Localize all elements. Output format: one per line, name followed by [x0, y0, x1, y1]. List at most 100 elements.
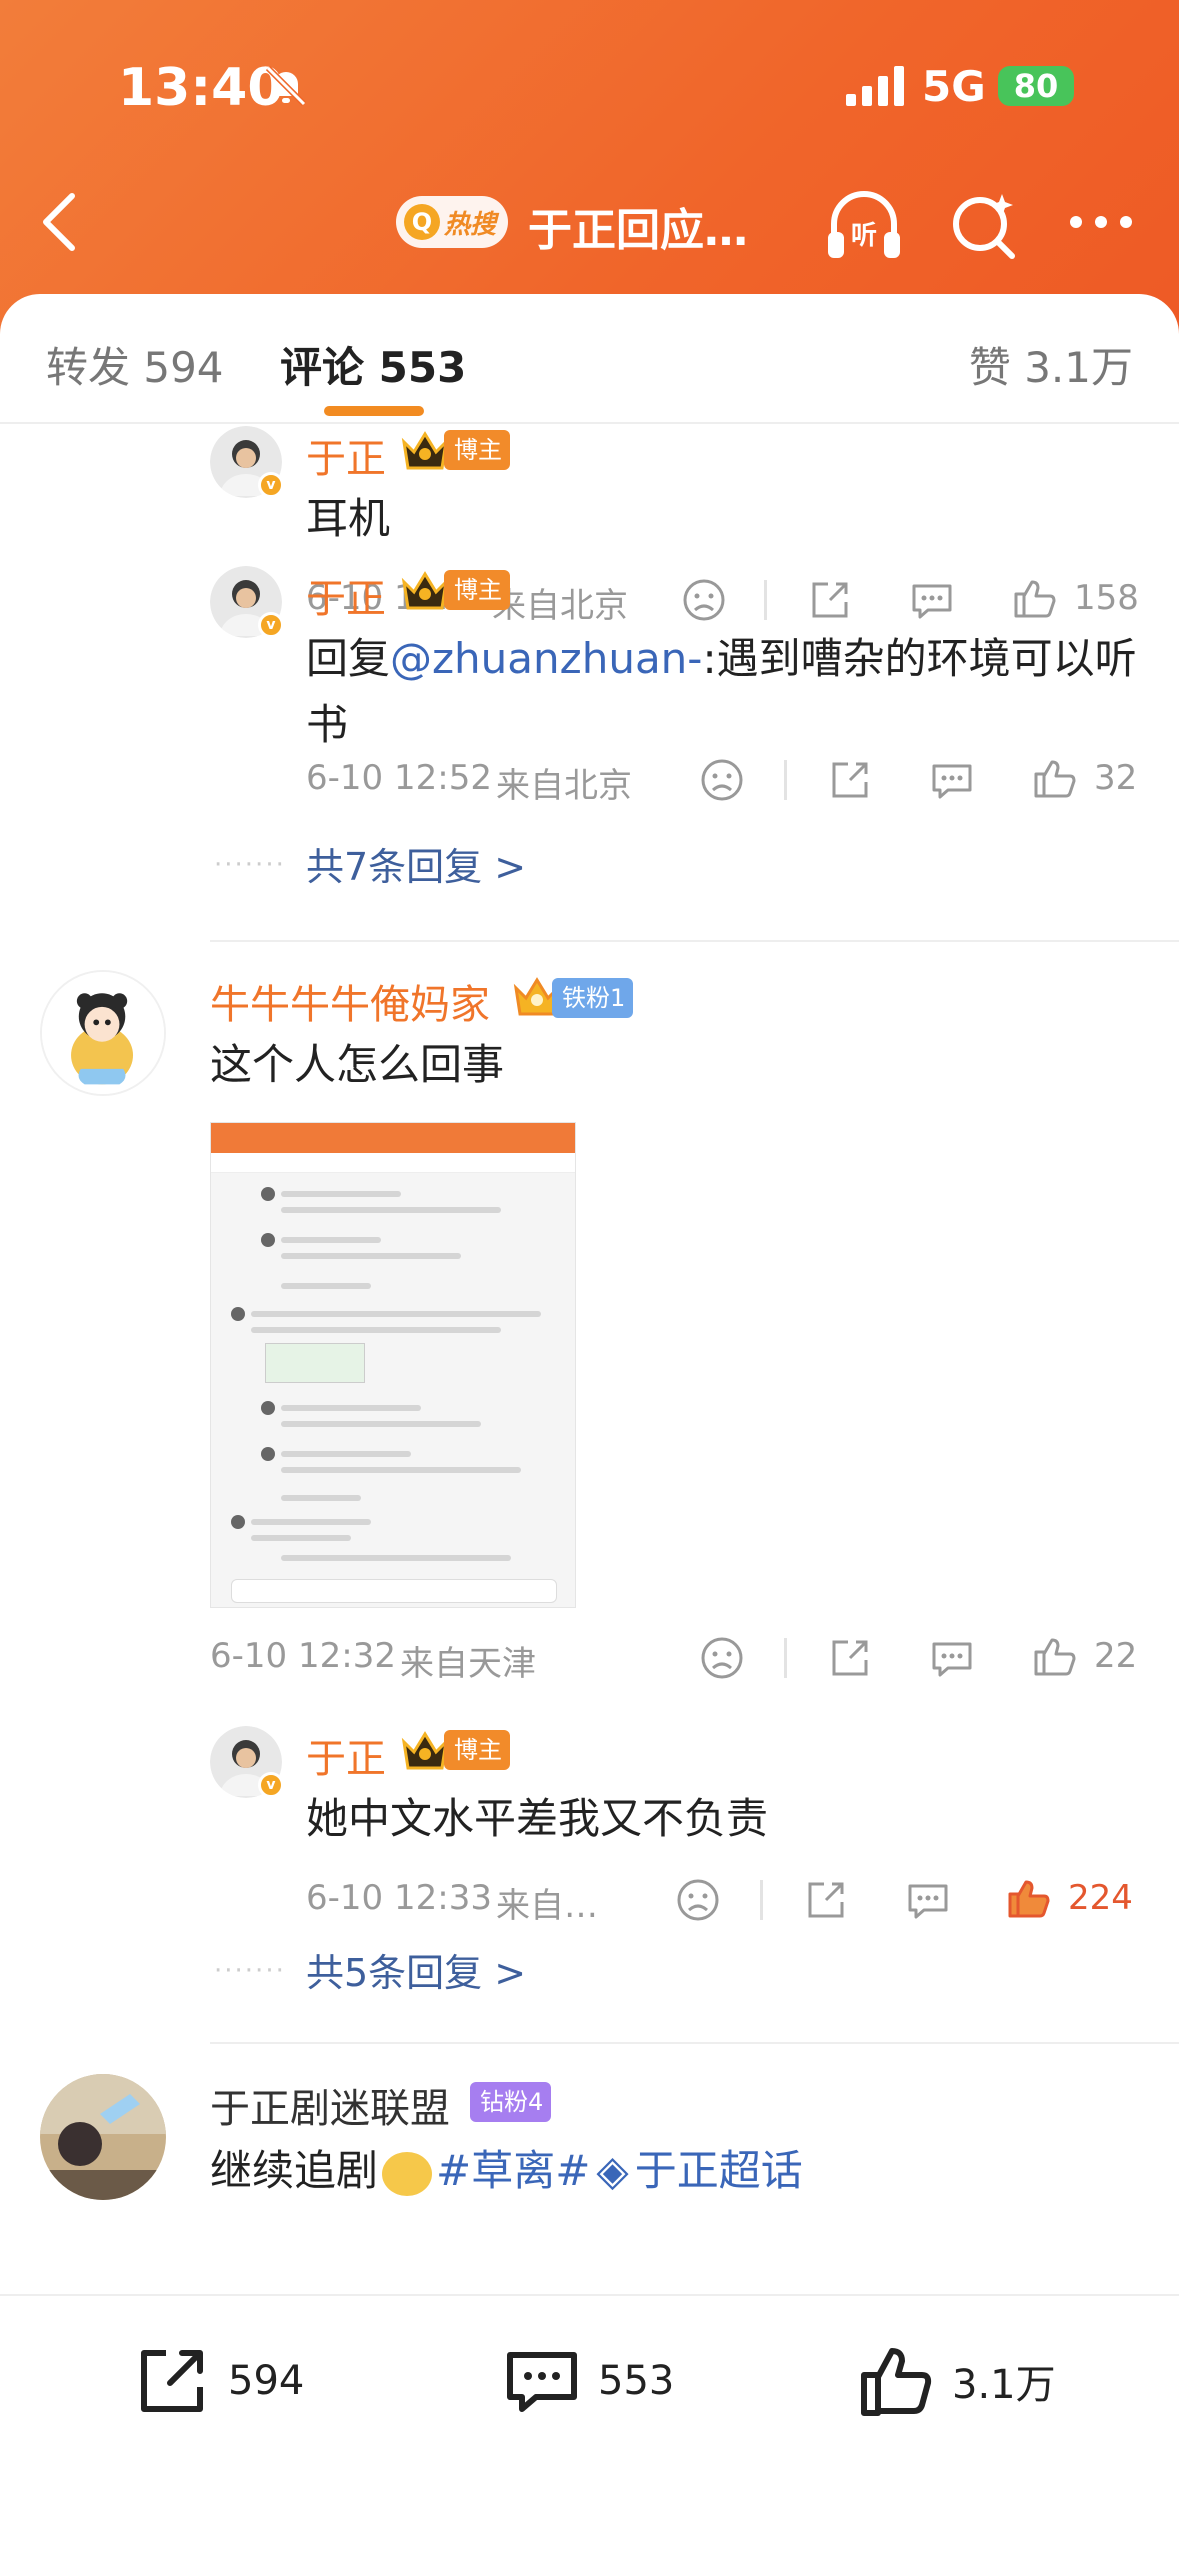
super-topic-icon: ◈	[596, 2146, 629, 2195]
comment-text[interactable]: 这个人怎么回事	[210, 1032, 504, 1098]
network-label: 5G	[922, 62, 986, 111]
comment-feed[interactable]: v 于正 博主 耳机 6-10 11:56 来自北京 158 v 于正 博主 回…	[0, 426, 1179, 2294]
tab-likes[interactable]: 赞 3.1万	[969, 334, 1133, 395]
page-title: 于正回应…	[528, 205, 748, 256]
image-text-line	[281, 1555, 511, 1561]
image-avatar	[261, 1401, 275, 1415]
comment-source: 来自天津	[400, 1644, 536, 1684]
image-chat-snippet	[265, 1343, 365, 1383]
verified-badge: v	[258, 1772, 284, 1798]
comment-text-start: 继续追剧	[210, 2146, 379, 2195]
hot-search-badge[interactable]: Q 热搜	[396, 196, 508, 248]
comment-text[interactable]: 耳机	[306, 486, 390, 552]
comment-divider	[210, 2042, 1179, 2044]
comment-icon[interactable]	[904, 1876, 952, 1924]
headphones-icon[interactable]: 听	[822, 182, 906, 266]
like-icon[interactable]	[1030, 754, 1078, 802]
crown-icon	[401, 1731, 449, 1770]
tab-comment[interactable]: 评论 553	[280, 334, 466, 395]
thread-dots: ·······	[214, 1956, 286, 1986]
tab-bar: 转发 594 评论 553 赞 3.1万	[0, 294, 1179, 424]
comment-icon[interactable]	[928, 1634, 976, 1682]
repost-button[interactable]: 594	[132, 2336, 304, 2426]
comment-time: 6-10 12:33	[306, 1878, 492, 1918]
search-icon[interactable]	[948, 186, 1018, 262]
avatar[interactable]	[40, 970, 166, 1096]
like-count: 32	[1094, 758, 1138, 798]
comment-button[interactable]: 553	[502, 2336, 674, 2426]
topic-link[interactable]: #草离#	[436, 2146, 590, 2195]
image-text-line	[281, 1207, 501, 1213]
like-button[interactable]: 3.1万	[856, 2336, 1056, 2426]
comment-icon[interactable]	[908, 576, 956, 624]
image-text-line	[281, 1283, 371, 1289]
more-replies-link[interactable]: 共5条回复 >	[306, 1942, 526, 1997]
like-count: 158	[1074, 578, 1139, 618]
comment-count: 553	[598, 2358, 675, 2404]
crown-icon	[401, 571, 449, 610]
like-icon[interactable]	[1010, 574, 1058, 622]
comments-card: 转发 594 评论 553 赞 3.1万 v 于正 博主 耳机 6-10 11:…	[0, 294, 1179, 2556]
top-header: 13:40 5G 80 Q 热搜 于正回应… 听	[0, 0, 1179, 340]
comment-text[interactable]: 继续追剧 #草离# ◈ 于正超话	[210, 2138, 803, 2204]
image-text-line	[281, 1405, 421, 1411]
tab-repost[interactable]: 转发 594	[46, 334, 224, 395]
image-text-line	[251, 1311, 541, 1317]
liked-icon[interactable]	[1004, 1874, 1052, 1922]
repost-count: 594	[228, 2358, 305, 2404]
mention-link[interactable]: @zhuanzhuan-	[390, 634, 702, 683]
username[interactable]: 牛牛牛牛俺妈家	[210, 972, 490, 1030]
svg-text:听: 听	[851, 221, 877, 251]
username[interactable]: 于正剧迷联盟	[210, 2076, 450, 2134]
active-tab-indicator	[324, 406, 424, 416]
reply-prefix: 回复	[306, 634, 391, 683]
hot-search-label: 热搜	[444, 209, 497, 240]
comment-icon[interactable]	[928, 756, 976, 804]
dislike-icon[interactable]	[698, 756, 746, 804]
username[interactable]: 于正	[306, 426, 386, 484]
action-divider	[764, 580, 767, 620]
like-icon[interactable]	[1030, 1632, 1078, 1680]
share-icon[interactable]	[802, 1876, 850, 1924]
author-tag: 博主	[444, 570, 510, 610]
comment-source: 来自北京	[492, 586, 628, 626]
dislike-icon[interactable]	[698, 1634, 746, 1682]
emoji-icon	[382, 2151, 433, 2196]
comment-image[interactable]	[210, 1122, 576, 1608]
verified-badge: v	[258, 612, 284, 638]
image-avatar	[261, 1447, 275, 1461]
super-topic-link[interactable]: 于正超话	[635, 2146, 803, 2195]
comment-text[interactable]: 回复@zhuanzhuan-:遇到嘈杂的环境可以听书	[306, 626, 1146, 758]
image-tab-bar	[211, 1153, 575, 1173]
image-text-line	[281, 1421, 481, 1427]
share-icon[interactable]	[826, 1634, 874, 1682]
thread-dots: ·······	[214, 850, 286, 880]
share-icon[interactable]	[806, 576, 854, 624]
more-replies-link[interactable]: 共7条回复 >	[306, 836, 526, 891]
comment-bubble-icon	[507, 2352, 577, 2412]
comment-time: 6-10 12:32	[210, 1636, 396, 1676]
image-text-line	[281, 1467, 521, 1473]
more-icon[interactable]	[1066, 202, 1136, 242]
comment-text[interactable]: 她中文水平差我又不负责	[306, 1786, 768, 1852]
username[interactable]: 于正	[306, 566, 386, 624]
search-q-icon: Q	[404, 204, 440, 240]
verified-badge: v	[258, 472, 284, 498]
back-button[interactable]	[32, 190, 88, 254]
bottom-action-bar: 594 553 3.1万	[0, 2294, 1179, 2556]
dislike-icon[interactable]	[674, 1876, 722, 1924]
dislike-icon[interactable]	[680, 576, 728, 624]
username[interactable]: 于正	[306, 1726, 386, 1784]
image-input-bar	[231, 1579, 557, 1603]
image-text-line	[251, 1327, 501, 1333]
image-avatar	[261, 1187, 275, 1201]
action-divider	[784, 760, 787, 800]
comment-source: 来自北京	[496, 766, 632, 806]
avatar[interactable]	[40, 2074, 166, 2200]
bell-off-icon	[265, 65, 307, 107]
battery-indicator: 80	[998, 66, 1074, 106]
image-header-bar	[211, 1123, 575, 1153]
action-divider	[784, 1638, 787, 1678]
signal-icon	[846, 66, 904, 106]
share-icon[interactable]	[826, 756, 874, 804]
